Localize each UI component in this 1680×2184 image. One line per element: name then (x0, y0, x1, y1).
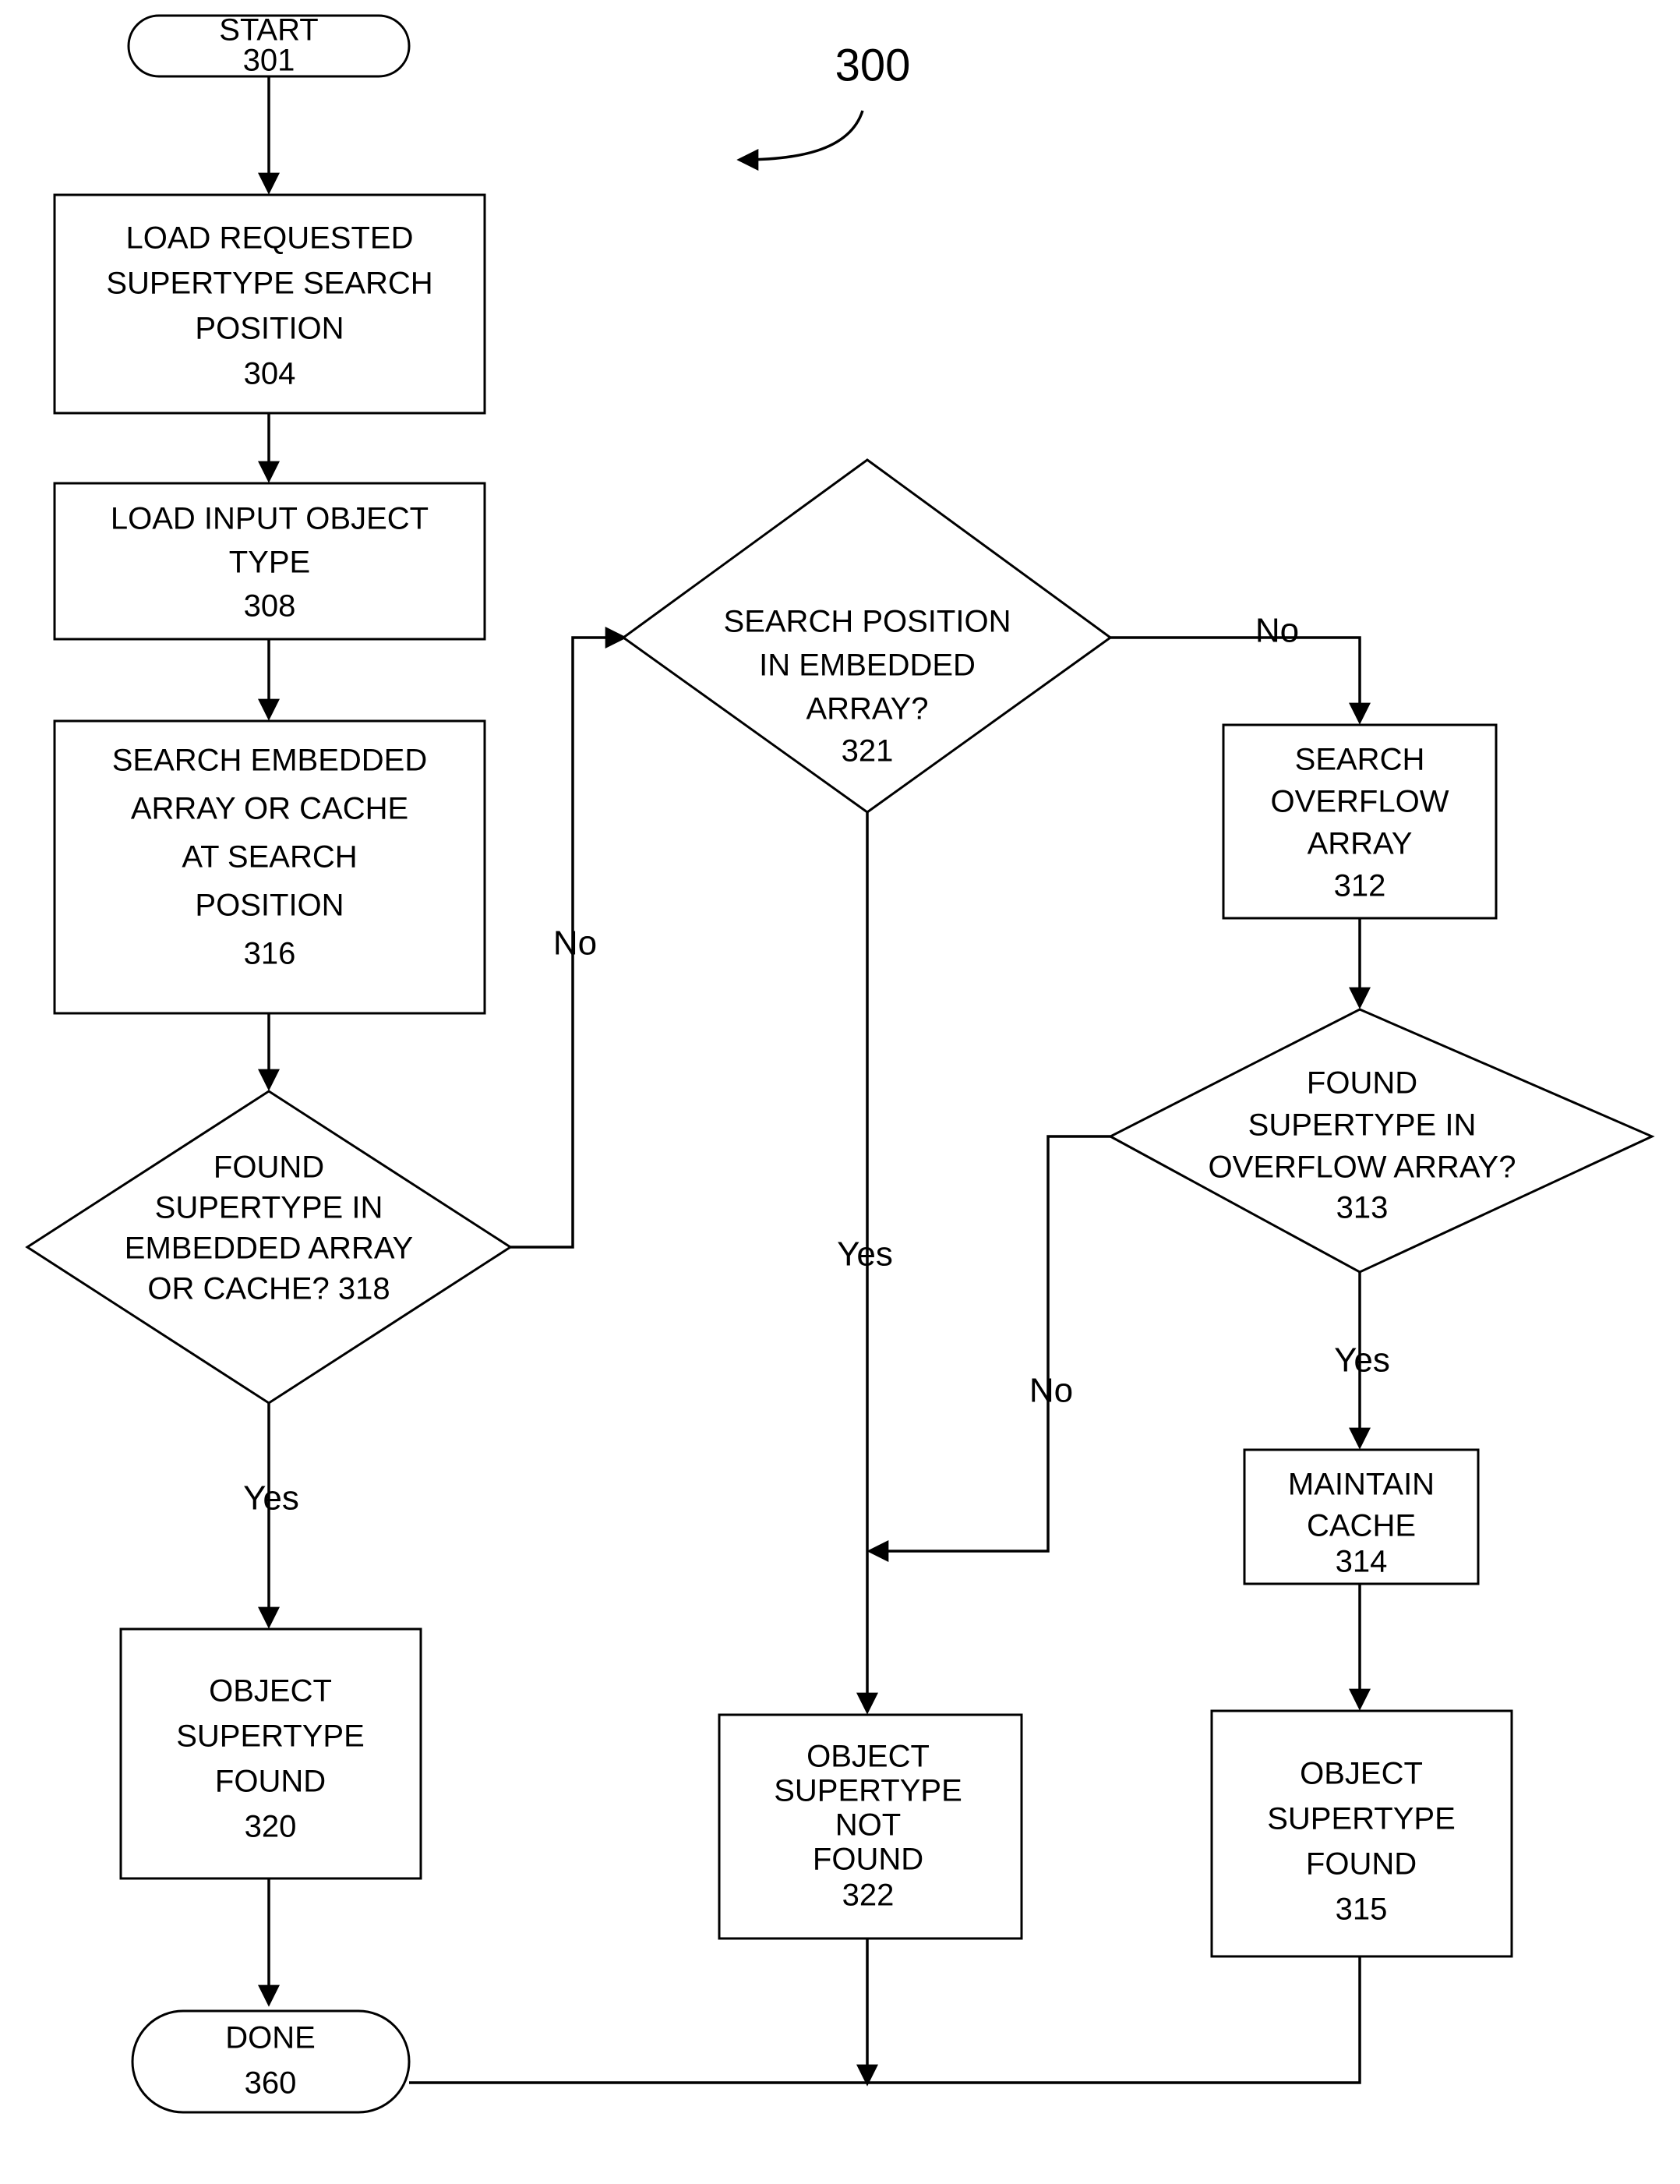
load-search-position-line-1: SUPERTYPE SEARCH (106, 267, 432, 301)
edge-label-embedded-no: No (553, 924, 597, 963)
search-embedded-line-1: ARRAY OR CACHE (131, 792, 408, 826)
object-found-320-line-1: SUPERTYPE (176, 1719, 365, 1754)
done-label-line-1: 360 (245, 2066, 297, 2101)
object-found-320-line-3: 320 (245, 1810, 297, 1844)
node-found-overflow-decision[interactable]: FOUND SUPERTYPE IN OVERFLOW ARRAY? 313 (1107, 1008, 1655, 1274)
load-search-position-line-0: LOAD REQUESTED (126, 221, 414, 256)
edge-label-search-position-no: No (1255, 612, 1299, 650)
load-input-object-type-line-0: LOAD INPUT OBJECT (111, 502, 429, 536)
start-label-line-1: 301 (243, 44, 295, 78)
maintain-cache-line-1: CACHE (1307, 1509, 1416, 1543)
node-object-supertype-not-found-322[interactable]: OBJECT SUPERTYPE NOT FOUND 322 (718, 1713, 1023, 1940)
node-load-search-position[interactable]: LOAD REQUESTED SUPERTYPE SEARCH POSITION… (53, 193, 486, 415)
object-found-315-line-0: OBJECT (1300, 1757, 1423, 1791)
object-found-315-line-1: SUPERTYPE (1267, 1802, 1456, 1836)
search-position-line-3: 321 (842, 734, 894, 769)
found-embedded-line-3: OR CACHE? 318 (147, 1272, 390, 1306)
figure-reference-leader-arrow (736, 110, 864, 171)
found-embedded-line-0: FOUND (214, 1150, 324, 1185)
maintain-cache-line-0: MAINTAIN (1288, 1468, 1435, 1502)
edge-object-found-315-to-done (409, 1956, 1361, 2084)
object-not-found-322-line-2: NOT (835, 1808, 901, 1843)
object-found-320-line-0: OBJECT (209, 1674, 332, 1709)
object-not-found-322-line-3: FOUND (813, 1843, 923, 1877)
found-embedded-line-1: SUPERTYPE IN (155, 1191, 383, 1225)
edge-label-overflow-no: No (1029, 1372, 1073, 1410)
node-start[interactable]: START 301 (127, 13, 411, 78)
edge-found-overflow-no-to-not-found-path (866, 1135, 1110, 1562)
object-not-found-322-line-0: OBJECT (806, 1740, 930, 1774)
flowchart-canvas: No Yes No Yes No Yes 300 START 301 LOAD … (25, 13, 1655, 2114)
node-search-embedded[interactable]: SEARCH EMBEDDED ARRAY OR CACHE AT SEARCH… (53, 719, 486, 1015)
flowchart-figure: No Yes No Yes No Yes 300 START 301 LOAD … (0, 0, 1680, 2184)
maintain-cache-line-2: 314 (1336, 1545, 1388, 1579)
object-found-315-line-2: FOUND (1306, 1847, 1417, 1882)
node-maintain-cache[interactable]: MAINTAIN CACHE 314 (1243, 1448, 1480, 1585)
node-object-supertype-found-320[interactable]: OBJECT SUPERTYPE FOUND 320 (119, 1627, 422, 1880)
load-input-object-type-line-2: 308 (244, 589, 296, 624)
object-not-found-322-line-1: SUPERTYPE (774, 1774, 962, 1808)
node-done[interactable]: DONE 360 (131, 2009, 411, 2114)
search-embedded-line-3: POSITION (195, 889, 344, 923)
search-overflow-line-3: 312 (1334, 869, 1386, 903)
found-embedded-line-2: EMBEDDED ARRAY (125, 1232, 413, 1266)
figure-reference-numeral: 300 (835, 40, 911, 90)
search-overflow-line-1: OVERFLOW (1271, 785, 1449, 819)
node-found-embedded-decision[interactable]: FOUND SUPERTYPE IN EMBEDDED ARRAY OR CAC… (25, 1090, 513, 1405)
edge-label-embedded-yes: Yes (243, 1479, 299, 1518)
search-embedded-line-4: 316 (244, 937, 296, 971)
found-overflow-line-3: 313 (1336, 1191, 1389, 1225)
search-position-line-2: ARRAY? (806, 692, 928, 726)
search-embedded-line-0: SEARCH EMBEDDED (112, 744, 428, 778)
object-not-found-322-line-4: 322 (842, 1878, 895, 1913)
found-overflow-line-1: SUPERTYPE IN (1248, 1108, 1477, 1143)
edge-search-position-no-to-search-overflow (1110, 636, 1371, 725)
done-label-line-0: DONE (225, 2021, 316, 2055)
edge-label-search-position-yes: Yes (837, 1235, 893, 1274)
load-search-position-line-2: POSITION (195, 312, 344, 346)
object-found-315-line-3: 315 (1336, 1892, 1388, 1927)
start-label-line-0: START (219, 13, 318, 48)
node-object-supertype-found-315[interactable]: OBJECT SUPERTYPE FOUND 315 (1210, 1709, 1513, 1958)
search-position-line-1: IN EMBEDDED (759, 648, 976, 683)
node-search-position-decision[interactable]: SEARCH POSITION IN EMBEDDED ARRAY? 321 (621, 458, 1113, 814)
node-load-input-object-type[interactable]: LOAD INPUT OBJECT TYPE 308 (53, 482, 486, 641)
node-search-overflow[interactable]: SEARCH OVERFLOW ARRAY 312 (1222, 723, 1498, 920)
found-overflow-line-2: OVERFLOW ARRAY? (1209, 1150, 1516, 1185)
search-embedded-line-2: AT SEARCH (182, 840, 357, 875)
search-overflow-line-0: SEARCH (1295, 743, 1425, 777)
load-search-position-line-3: 304 (244, 357, 296, 391)
object-found-320-line-2: FOUND (215, 1765, 326, 1799)
search-position-line-0: SEARCH POSITION (724, 605, 1011, 639)
edge-label-overflow-yes: Yes (1334, 1341, 1390, 1380)
found-overflow-line-0: FOUND (1307, 1066, 1417, 1101)
load-input-object-type-line-1: TYPE (229, 546, 310, 580)
search-overflow-line-2: ARRAY (1308, 827, 1413, 861)
